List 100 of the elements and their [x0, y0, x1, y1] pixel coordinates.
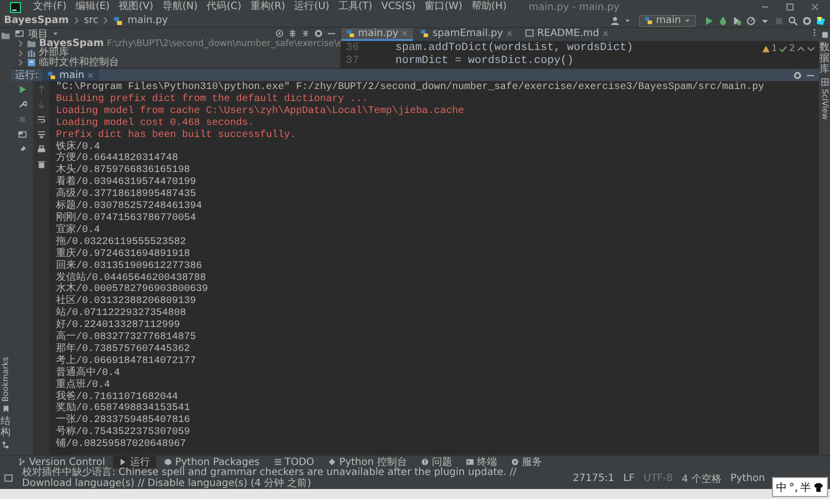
chevron-up-icon[interactable]: [797, 45, 805, 53]
window-title: main.py - main.py: [528, 2, 620, 12]
close-icon[interactable]: [810, 2, 820, 12]
tree-item[interactable]: BayesSpam F:\zhy\BUPT\2\second_down\number_safe\exercise\e: [11, 39, 340, 49]
wrench-icon[interactable]: [18, 100, 26, 109]
side-tab-icon[interactable]: [820, 31, 828, 39]
tool-window-tab[interactable]: Python 控制台: [322, 456, 414, 468]
run-config-dropdown[interactable]: main: [639, 14, 696, 26]
menu-item[interactable]: 重构(R): [247, 0, 288, 14]
settings-icon[interactable]: [793, 70, 802, 80]
menu-item[interactable]: 导航(N): [159, 0, 201, 14]
chevron-right-icon[interactable]: [17, 59, 24, 66]
tool-window-tab[interactable]: Python Packages: [158, 456, 266, 468]
console-line: 我爸/0.71611071682044: [56, 392, 178, 403]
close-icon[interactable]: [602, 30, 610, 37]
settings-icon[interactable]: [314, 29, 323, 38]
debug-icon[interactable]: [718, 16, 728, 26]
warning-icon[interactable]: [762, 45, 770, 53]
tree-item[interactable]: 临时文件和控制台: [11, 58, 340, 68]
menu-item[interactable]: 代码(C): [204, 0, 244, 14]
ide-logo-icon[interactable]: [816, 16, 826, 26]
menu-item[interactable]: 视图(V): [116, 0, 156, 14]
console-line: Prefix dict has been built successfully.: [56, 130, 298, 141]
menu-item[interactable]: 文件(F): [30, 0, 70, 14]
list-icon: [274, 458, 282, 466]
chevron-down-icon[interactable]: [807, 45, 815, 53]
search-icon[interactable]: [788, 16, 798, 26]
chevron-right-icon[interactable]: [17, 50, 24, 57]
project-icon[interactable]: [1, 31, 10, 40]
print-icon[interactable]: [36, 145, 46, 154]
ime-width[interactable]: 半: [800, 480, 811, 494]
caret-icon[interactable]: [624, 17, 631, 24]
close-icon[interactable]: [506, 30, 514, 37]
breadcrumb-item[interactable]: BayesSpam: [4, 15, 69, 26]
line-ending[interactable]: LF: [623, 473, 635, 484]
status-message[interactable]: 校对插件中缺少语言: Chinese spell and grammar checkers are unavailable after the plugin update. // Download language(s) // Disable language(s) (4 分钟 之前): [22, 468, 564, 489]
cursor-position[interactable]: 27175:1: [572, 473, 614, 484]
rerun-icon[interactable]: [18, 85, 26, 94]
caret-icon[interactable]: [52, 30, 59, 37]
menu-item[interactable]: 工具(T): [335, 0, 376, 14]
app-logo-icon[interactable]: [10, 2, 21, 12]
run-tab[interactable]: main: [42, 69, 100, 81]
console-line: 考上/0.06691847814072177: [56, 356, 198, 367]
console-line: 高级/0.37718618995487435: [56, 189, 198, 200]
menu-item[interactable]: 窗口(W): [422, 0, 466, 14]
close-icon[interactable]: [87, 72, 94, 78]
indent-setting[interactable]: 4 个空格: [682, 472, 722, 486]
tree-item-label: 临时文件和控制台: [39, 58, 119, 68]
menu-item[interactable]: 帮助(H): [468, 0, 510, 14]
restore-icon[interactable]: [785, 2, 795, 12]
expand-all-icon[interactable]: [288, 29, 297, 38]
side-tab[interactable]: SciView: [820, 89, 830, 120]
message-icon[interactable]: [4, 474, 13, 483]
tool-window-tab[interactable]: TODO: [268, 456, 320, 468]
console-line: 奖励/0.6587498834153541: [56, 403, 192, 414]
ime-punctuation[interactable]: °,: [789, 480, 798, 494]
tool-window-tab[interactable]: 问题: [415, 456, 458, 468]
breadcrumb-item[interactable]: src: [84, 15, 98, 26]
collapse-all-icon[interactable]: [301, 29, 310, 38]
menu-item[interactable]: 运行(U): [291, 0, 332, 14]
tool-window-tab[interactable]: 终端: [460, 456, 504, 468]
chevron-right-icon: [102, 17, 110, 24]
menu-item[interactable]: 编辑(E): [72, 0, 113, 14]
side-tab[interactable]: 数据库: [820, 42, 830, 75]
project-path: F:\zhy\BUPT\2\second_down\number_safe\exercise\e: [106, 38, 343, 49]
check-icon[interactable]: [779, 45, 788, 53]
console-line: 发信站/0.04465646200438788: [56, 272, 208, 284]
tool-window-tab[interactable]: Version Control: [12, 456, 112, 468]
trash-icon[interactable]: [36, 160, 46, 169]
chevron-right-icon[interactable]: [17, 40, 24, 48]
interpreter[interactable]: Python: [730, 473, 765, 484]
side-tab-icon[interactable]: [820, 78, 828, 86]
soft-wrap-icon[interactable]: [36, 115, 46, 124]
python-file-icon: [113, 16, 124, 26]
python-file-icon: [644, 16, 653, 25]
editor-tab[interactable]: main.py: [341, 28, 414, 41]
scroll-to-end-icon[interactable]: [36, 130, 46, 139]
menu-item[interactable]: VCS(S): [378, 0, 419, 14]
console-line: 重点班/0.4: [56, 380, 112, 391]
side-tab-icon[interactable]: [2, 405, 10, 413]
profiler-icon[interactable]: [746, 16, 756, 26]
library-icon: [27, 48, 36, 58]
side-tab[interactable]: 结构: [0, 416, 10, 438]
breadcrumb-item[interactable]: main.py: [127, 15, 168, 26]
tool-window-tab[interactable]: 服务: [505, 456, 548, 468]
console-line: 拖/0.03226119555523582: [56, 236, 188, 248]
layout-icon[interactable]: [18, 130, 26, 139]
ime-mode[interactable]: 中: [776, 480, 787, 494]
tool-window-tab[interactable]: 运行: [113, 456, 156, 468]
settings-icon[interactable]: [802, 16, 812, 26]
coverage-icon[interactable]: [732, 16, 742, 26]
editor-tab[interactable]: spamEmail.py: [415, 28, 518, 41]
scratch-icon: [27, 58, 36, 68]
user-icon[interactable]: [610, 16, 620, 26]
side-tab-icon[interactable]: [2, 441, 10, 449]
locate-icon[interactable]: [275, 29, 284, 38]
editor-tab[interactable]: README.md: [520, 28, 614, 41]
console-line: 铁床/0.4: [56, 142, 100, 153]
side-tab[interactable]: Bookmarks: [0, 357, 10, 402]
shirt-icon[interactable]: [813, 482, 824, 492]
